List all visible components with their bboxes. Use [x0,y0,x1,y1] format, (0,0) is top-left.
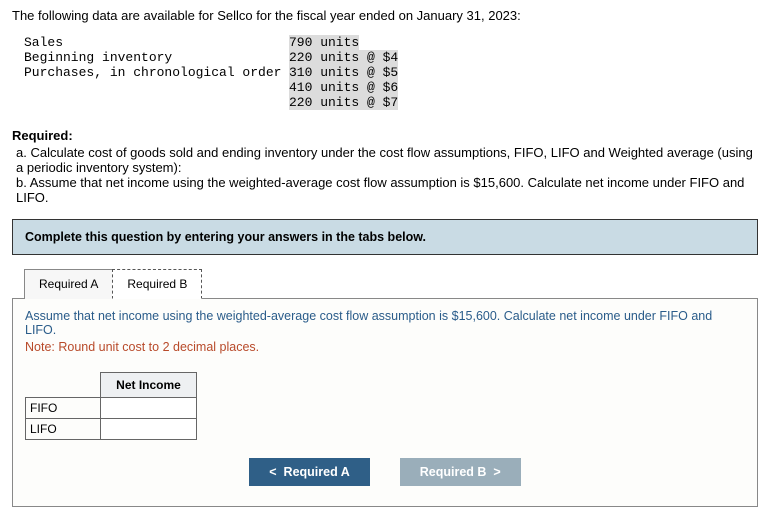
data-row: Purchases, in chronological order 310 un… [24,65,758,80]
data-label: Sales [24,35,289,50]
next-button[interactable]: Required B > [400,458,521,486]
tab-panel-required-b: Assume that net income using the weighte… [12,298,758,507]
prev-button[interactable]: < Required A [249,458,369,486]
data-value: 310 units @ $5 [289,65,398,80]
panel-note: Note: Round unit cost to 2 decimal place… [25,340,745,354]
nav-row: < Required A Required B > [25,458,745,486]
data-label [24,95,289,110]
data-label: Beginning inventory [24,50,289,65]
row-label-lifo: LIFO [26,419,101,440]
col-header-net-income: Net Income [101,373,197,398]
next-button-label: Required B [420,465,487,479]
given-data-block: Sales 790 units Beginning inventory 220 … [24,35,758,110]
data-row: Sales 790 units [24,35,758,50]
data-label: Purchases, in chronological order [24,65,289,80]
tab-bar: Required A Required B [24,269,758,299]
row-label-fifo: FIFO [26,398,101,419]
table-row: FIFO [26,398,197,419]
intro-text: The following data are available for Sel… [12,8,758,23]
tab-required-b[interactable]: Required B [112,269,202,299]
prev-button-label: Required A [284,465,350,479]
data-row: 220 units @ $7 [24,95,758,110]
tab-required-a[interactable]: Required A [24,269,113,299]
data-value: 220 units @ $4 [289,50,398,65]
required-heading: Required: [12,128,758,143]
lifo-net-income-input[interactable] [101,419,196,439]
data-value: 790 units [289,35,359,50]
data-value: 220 units @ $7 [289,95,398,110]
data-row: Beginning inventory 220 units @ $4 [24,50,758,65]
answer-table: Net Income FIFO LIFO [25,372,197,440]
table-row: LIFO [26,419,197,440]
requirement-b: b. Assume that net income using the weig… [16,175,758,205]
chevron-right-icon: > [493,465,500,479]
data-row: 410 units @ $6 [24,80,758,95]
data-value: 410 units @ $6 [289,80,398,95]
fifo-net-income-input[interactable] [101,398,196,418]
chevron-left-icon: < [269,465,276,479]
requirements-list: a. Calculate cost of goods sold and endi… [12,145,758,205]
requirement-a: a. Calculate cost of goods sold and endi… [16,145,758,175]
panel-instruction: Assume that net income using the weighte… [25,309,745,337]
data-label [24,80,289,95]
instruction-banner: Complete this question by entering your … [12,219,758,255]
empty-corner [26,373,101,398]
